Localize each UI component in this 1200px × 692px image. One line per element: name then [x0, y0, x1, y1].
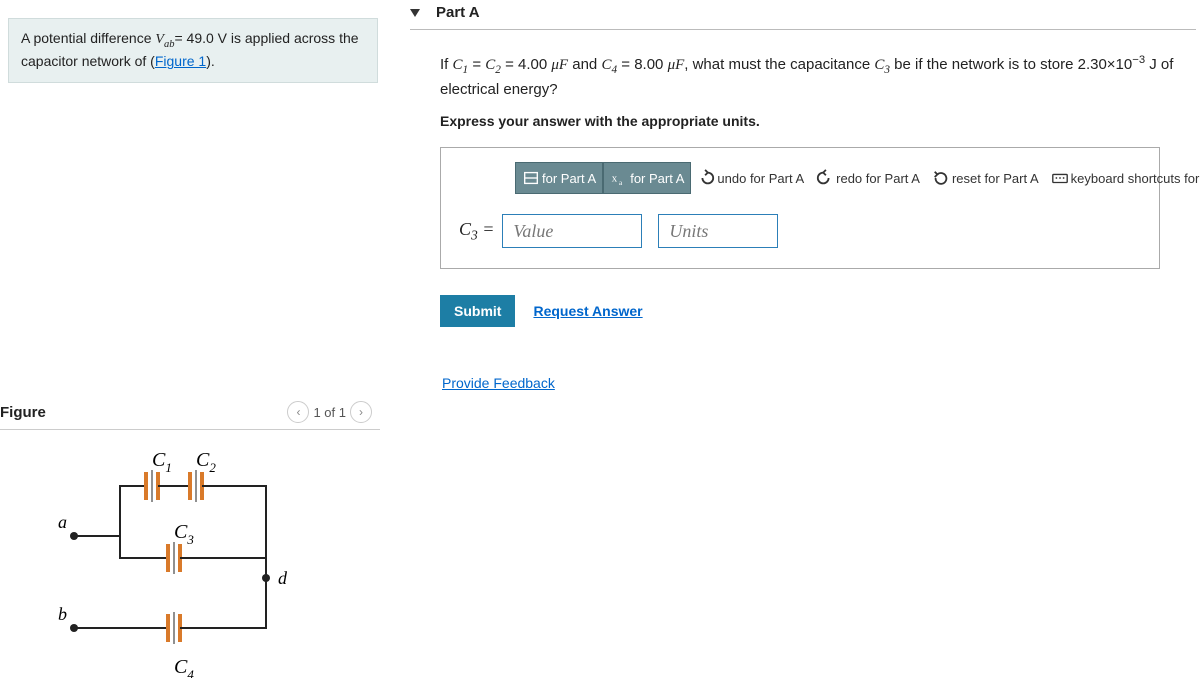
undo-icon	[697, 169, 715, 187]
keyboard-icon	[1051, 169, 1069, 187]
template-button-1[interactable]: for Part A	[515, 162, 603, 194]
template-icon	[522, 169, 540, 187]
label-b: b	[58, 604, 67, 624]
value-input[interactable]: Value	[502, 214, 642, 248]
label-C2: C2	[196, 449, 216, 475]
instruction-text: Express your answer with the appropriate…	[440, 113, 1186, 129]
answer-toolbar: for Part A xa for Part A undo for Part A…	[515, 162, 1141, 194]
label-C4: C4	[174, 656, 194, 678]
svg-text:a: a	[619, 180, 623, 188]
question-text: If C1 = C2 = 4.00 μF and C4 = 8.00 μF, w…	[440, 52, 1186, 101]
submit-button[interactable]: Submit	[440, 295, 515, 327]
reset-button[interactable]: reset for Part A	[926, 163, 1045, 193]
var-V: V	[155, 32, 164, 47]
provide-feedback-link[interactable]: Provide Feedback	[442, 375, 555, 391]
figure-image: C1 C2 C3 C4 a b d	[0, 430, 380, 681]
label-C1: C1	[152, 449, 172, 475]
figure-prev-button[interactable]: ‹	[287, 401, 309, 423]
request-answer-link[interactable]: Request Answer	[533, 303, 642, 319]
redo-button[interactable]: redo for Part A	[810, 163, 926, 193]
keyboard-button[interactable]: keyboard shortcuts for Part A	[1045, 163, 1200, 193]
figure-panel: Figure ‹ 1 of 1 › C1 C2 C3 C4 a b d	[0, 395, 380, 681]
label-a: a	[58, 512, 67, 532]
problem-suffix: ).	[206, 53, 215, 69]
problem-statement: A potential difference Vab= 49.0 V is ap…	[8, 18, 378, 83]
answer-panel: for Part A xa for Part A undo for Part A…	[440, 147, 1160, 269]
figure-title: Figure	[0, 404, 46, 421]
var-V-sub: ab	[164, 39, 175, 50]
answer-lhs: C3 =	[459, 219, 494, 244]
reset-icon	[932, 169, 950, 187]
part-header: Part A	[410, 0, 1196, 30]
figure-next-button[interactable]: ›	[350, 401, 372, 423]
units-input[interactable]: Units	[658, 214, 778, 248]
xsub-icon: xa	[610, 169, 628, 187]
problem-prefix: A potential difference	[21, 30, 155, 46]
label-d: d	[278, 568, 288, 588]
svg-text:x: x	[612, 173, 618, 185]
label-C3: C3	[174, 521, 194, 547]
part-title: Part A	[436, 4, 480, 21]
redo-icon	[816, 169, 834, 187]
figure-nav-label: 1 of 1	[313, 405, 346, 420]
template-button-2[interactable]: xa for Part A	[603, 162, 691, 194]
figure-link[interactable]: Figure 1	[155, 53, 206, 69]
undo-button[interactable]: undo for Part A	[691, 163, 810, 193]
disclosure-triangle-icon[interactable]	[410, 9, 420, 17]
